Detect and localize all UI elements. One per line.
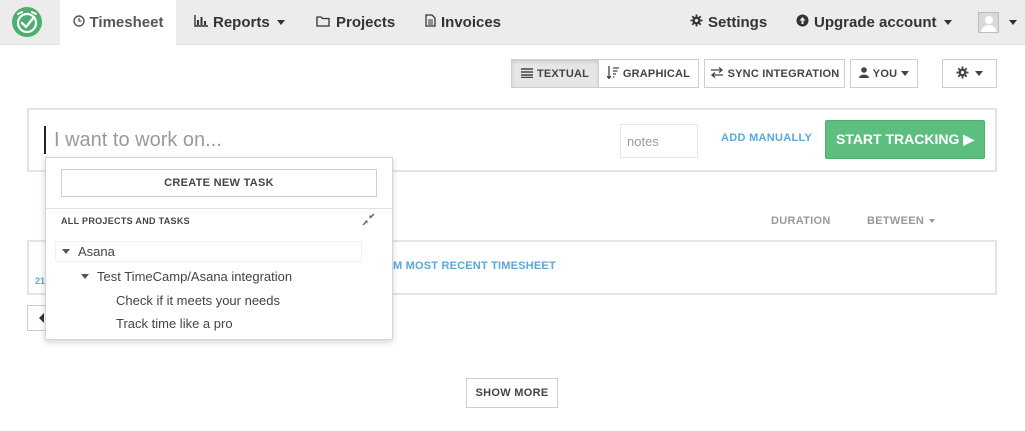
tree-item-track-time[interactable]: Track time like a pro bbox=[116, 313, 233, 333]
graphical-label: GRAPHICAL bbox=[622, 67, 691, 80]
add-manually-link[interactable]: ADD MANUALLY bbox=[721, 132, 812, 144]
sync-integration-button[interactable]: SYNC INTEGRATION bbox=[704, 59, 845, 88]
chevron-down-icon bbox=[943, 20, 952, 25]
textual-label: TEXTUAL bbox=[536, 67, 590, 80]
tree-item-label: Test TimeCamp/Asana integration bbox=[97, 268, 293, 284]
nav-settings-label: Settings bbox=[708, 14, 768, 31]
nav-projects[interactable]: Projects bbox=[316, 0, 395, 45]
chevron-down-icon bbox=[929, 219, 936, 224]
arrow-up-circle-icon bbox=[796, 14, 809, 31]
task-search-input[interactable]: I want to work on... bbox=[44, 126, 394, 154]
date-link-fragment[interactable]: 21 bbox=[35, 276, 45, 286]
notes-input[interactable]: notes bbox=[620, 124, 698, 158]
settings-dropdown-button[interactable] bbox=[942, 59, 997, 88]
user-avatar[interactable] bbox=[978, 12, 999, 33]
gear-icon bbox=[690, 14, 703, 31]
chevron-down-icon bbox=[901, 71, 910, 76]
sort-bars-icon bbox=[606, 65, 619, 82]
nav-reports-label: Reports bbox=[213, 14, 270, 31]
duration-column-header[interactable]: DURATION bbox=[771, 215, 831, 227]
tree-item-check-needs[interactable]: Check if it meets your needs bbox=[116, 290, 280, 310]
textual-view-button[interactable]: TEXTUAL bbox=[511, 59, 599, 88]
clock-icon bbox=[72, 14, 85, 31]
timecamp-logo[interactable] bbox=[12, 7, 42, 37]
dropdown-divider bbox=[46, 208, 392, 209]
tree-item-test-integration[interactable]: Test TimeCamp/Asana integration bbox=[81, 266, 292, 286]
nav-timesheet[interactable]: Timesheet bbox=[60, 0, 176, 45]
between-label: BETWEEN bbox=[867, 215, 925, 227]
collapse-icon[interactable] bbox=[362, 213, 375, 229]
nav-invoices-label: Invoices bbox=[441, 14, 502, 31]
tree-item-asana[interactable]: Asana bbox=[55, 241, 362, 262]
user-menu-chevron-icon[interactable] bbox=[1009, 20, 1017, 25]
create-new-task-button[interactable]: CREATE NEW TASK bbox=[61, 169, 377, 197]
tree-item-label: Check if it meets your needs bbox=[116, 292, 281, 308]
expand-caret-icon bbox=[62, 249, 70, 254]
nav-reports[interactable]: Reports bbox=[194, 0, 285, 45]
nav-projects-label: Projects bbox=[336, 14, 396, 31]
exchange-icon bbox=[710, 66, 724, 81]
gear-icon bbox=[956, 66, 969, 82]
show-more-button[interactable]: SHOW MORE bbox=[466, 378, 558, 408]
user-filter-button[interactable]: YOU bbox=[850, 59, 918, 88]
bar-chart-icon bbox=[194, 14, 208, 31]
folder-icon bbox=[316, 14, 331, 31]
all-projects-header: ALL PROJECTS AND TASKS bbox=[61, 216, 190, 226]
avatar-head-shape bbox=[985, 16, 993, 24]
document-icon bbox=[425, 14, 436, 31]
most-recent-timesheet-link[interactable]: M MOST RECENT TIMESHEET bbox=[393, 260, 556, 272]
list-icon bbox=[520, 67, 533, 81]
sync-label: SYNC INTEGRATION bbox=[727, 67, 840, 80]
chevron-down-icon bbox=[276, 20, 285, 25]
start-tracking-button[interactable]: START TRACKING ▶ bbox=[825, 120, 985, 159]
nav-upgrade-label: Upgrade account bbox=[814, 14, 937, 31]
avatar-body-shape bbox=[981, 25, 997, 32]
nav-timesheet-label: Timesheet bbox=[89, 14, 164, 31]
user-icon bbox=[858, 66, 869, 81]
top-navbar: Timesheet Reports Projects Invoices Sett… bbox=[0, 0, 1025, 45]
nav-upgrade-account[interactable]: Upgrade account bbox=[796, 0, 952, 45]
tree-item-label: Track time like a pro bbox=[116, 315, 233, 331]
nav-settings[interactable]: Settings bbox=[690, 0, 767, 45]
you-label: YOU bbox=[872, 67, 898, 80]
tree-item-label: Asana bbox=[78, 244, 115, 259]
chevron-down-icon bbox=[975, 71, 983, 76]
chevron-left-icon bbox=[39, 313, 44, 323]
expand-caret-icon bbox=[81, 273, 89, 279]
graphical-view-button[interactable]: GRAPHICAL bbox=[598, 59, 699, 88]
between-column-header[interactable]: BETWEEN bbox=[867, 215, 936, 227]
nav-invoices[interactable]: Invoices bbox=[425, 0, 501, 45]
